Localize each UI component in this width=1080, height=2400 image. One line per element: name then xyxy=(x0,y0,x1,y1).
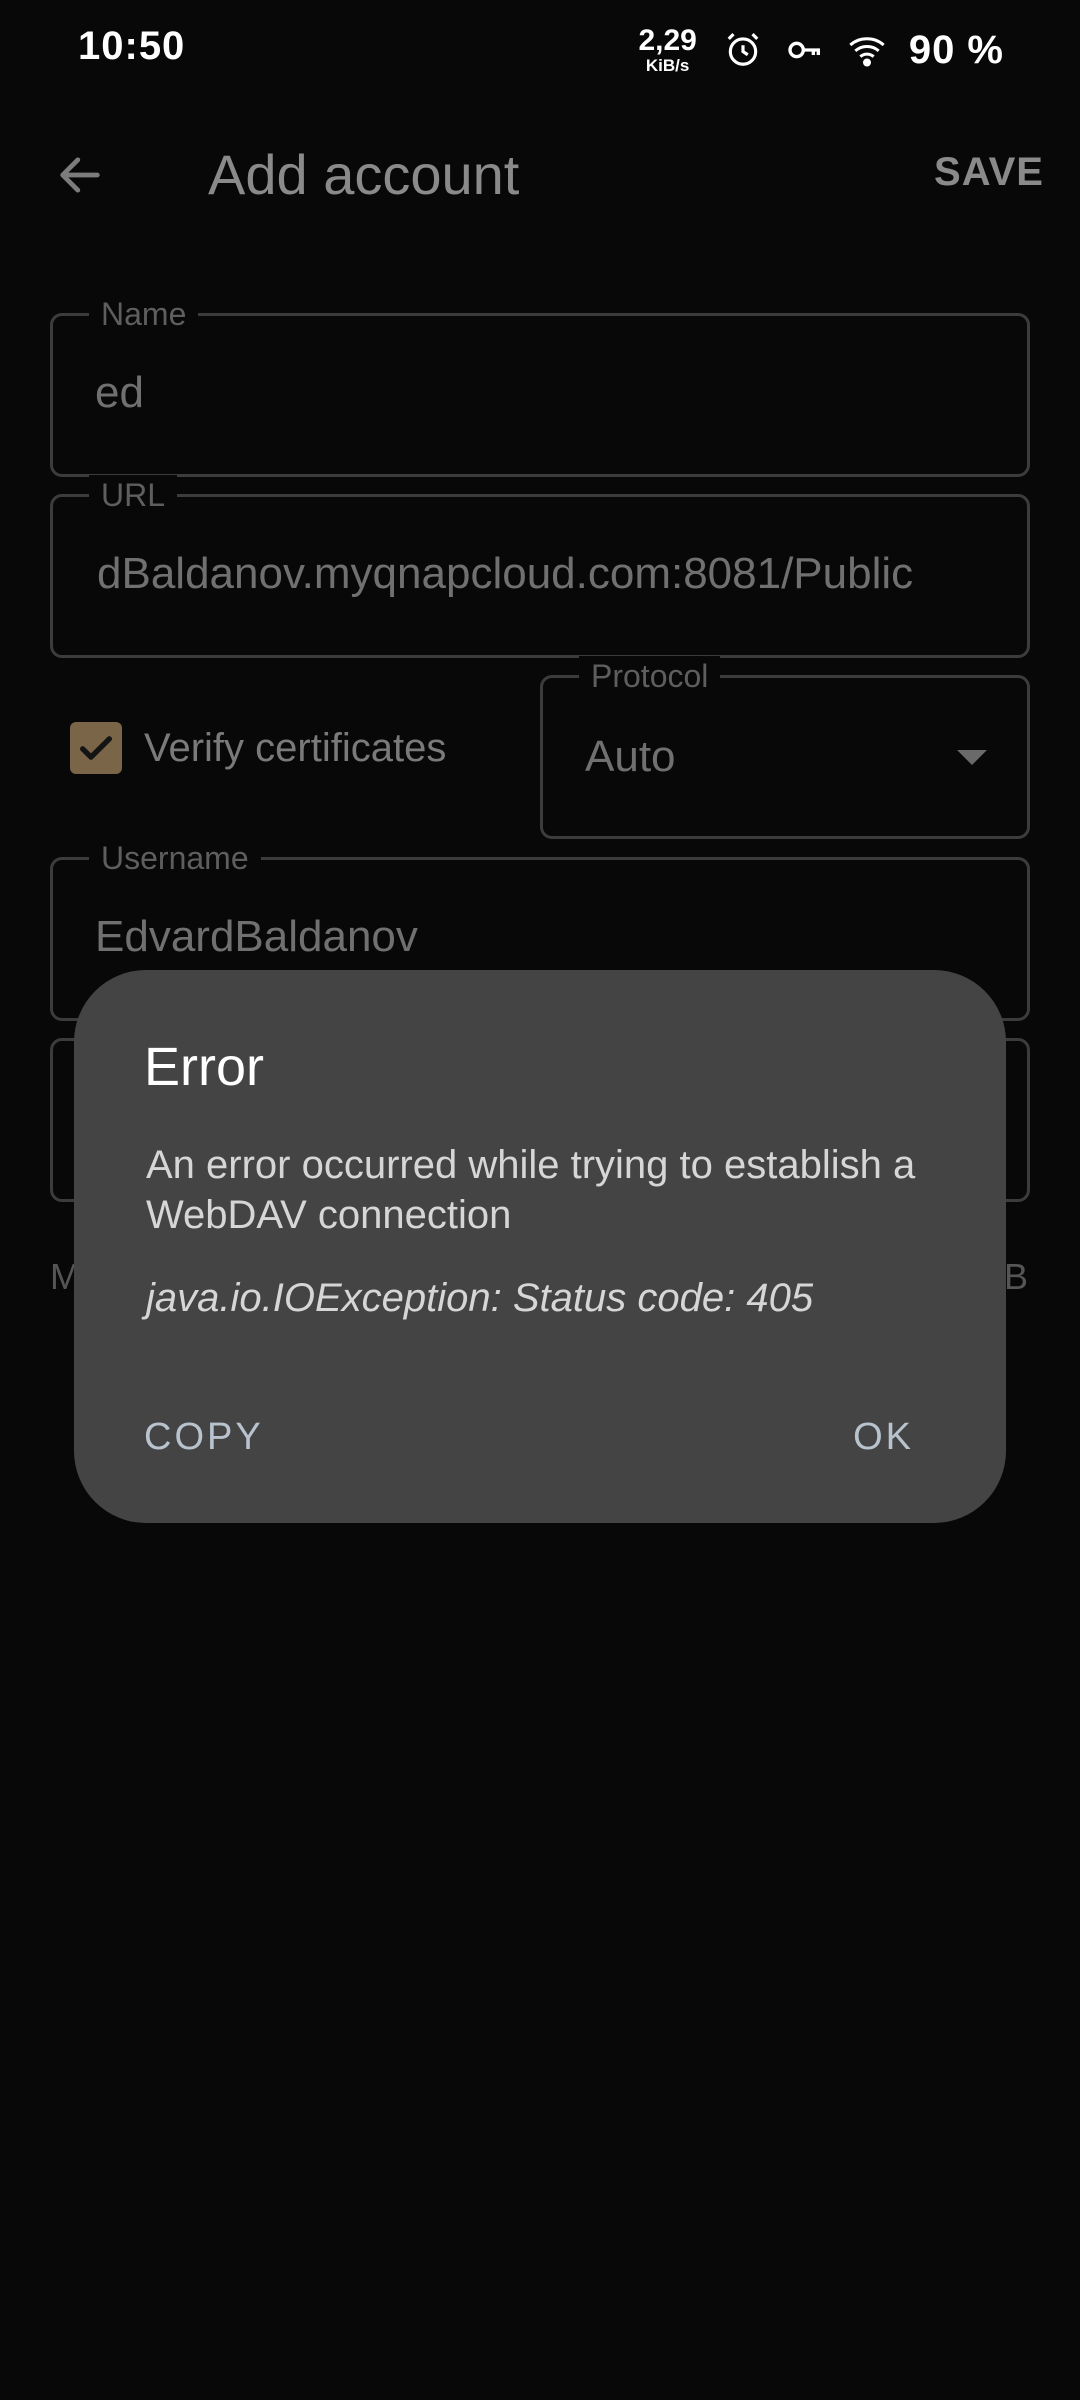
verify-certificates-checkbox[interactable] xyxy=(70,722,122,774)
dialog-exception: java.io.IOException: Status code: 405 xyxy=(146,1276,814,1320)
name-value: ed xyxy=(95,368,144,417)
name-label: Name xyxy=(89,294,199,334)
protocol-value: Auto xyxy=(585,732,676,781)
net-speed-value: 2,29 xyxy=(638,24,697,57)
url-label: URL xyxy=(89,475,178,515)
back-button[interactable] xyxy=(40,140,120,210)
username-label: Username xyxy=(89,838,261,878)
net-speed-unit: KiB/s xyxy=(645,56,690,75)
battery-level: 90 % xyxy=(908,27,1004,72)
helper-text-right: B xyxy=(1004,1256,1029,1297)
alarm-icon xyxy=(723,30,763,70)
dialog-message: An error occurred while trying to establ… xyxy=(146,1143,916,1237)
screen: 10:50 2,29 KiB/s 90 % Add account SAVE N… xyxy=(0,0,1080,2400)
url-field[interactable]: URL dBaldanov.myqnapcloud.com:8081/Publi… xyxy=(50,475,1030,658)
error-dialog: Error An error occurred while trying to … xyxy=(74,970,1006,1523)
arrow-back-icon xyxy=(60,157,100,193)
check-icon xyxy=(80,736,113,760)
page-title: Add account xyxy=(208,143,520,206)
status-icons: 2,29 KiB/s 90 % xyxy=(638,22,1004,78)
net-speed: 2,29 KiB/s xyxy=(638,24,697,75)
url-value: dBaldanov.myqnapcloud.com:8081/Public xyxy=(97,549,914,598)
wifi-icon xyxy=(847,30,887,70)
copy-button[interactable]: COPY xyxy=(144,1416,264,1459)
protocol-label: Protocol xyxy=(579,656,721,696)
username-value: EdvardBaldanov xyxy=(95,912,418,961)
status-time: 10:50 xyxy=(78,24,186,68)
dropdown-arrow-icon xyxy=(957,750,987,765)
save-button[interactable]: SAVE xyxy=(934,150,1044,195)
status-bar: 10:50 2,29 KiB/s 90 % xyxy=(0,0,1080,100)
dialog-title: Error xyxy=(144,1037,264,1097)
vpn-key-icon xyxy=(785,30,825,70)
verify-certificates-label: Verify certificates xyxy=(144,725,447,770)
name-field[interactable]: Name ed xyxy=(50,294,1030,477)
protocol-dropdown[interactable]: Protocol Auto xyxy=(540,656,1030,839)
verify-certificates-row[interactable]: Verify certificates xyxy=(70,722,446,774)
ok-button[interactable]: OK xyxy=(853,1416,914,1459)
app-bar: Add account SAVE xyxy=(0,100,1080,250)
